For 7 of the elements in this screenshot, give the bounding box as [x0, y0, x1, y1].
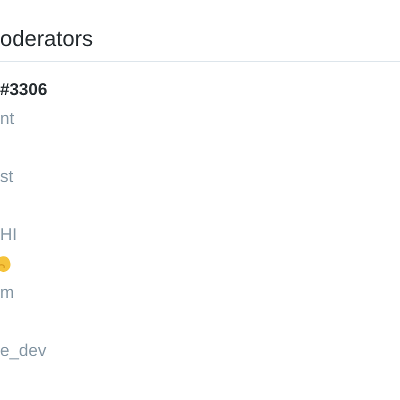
moderator-detail: nt	[0, 108, 14, 130]
moderator-detail: HI	[0, 224, 17, 246]
moderator-detail: m	[0, 282, 14, 304]
moderator-detail: e_dev	[0, 340, 46, 362]
moderator-detail: st	[0, 166, 14, 188]
section-title: oderators	[0, 25, 93, 53]
moderator-name: #3306	[0, 78, 48, 101]
